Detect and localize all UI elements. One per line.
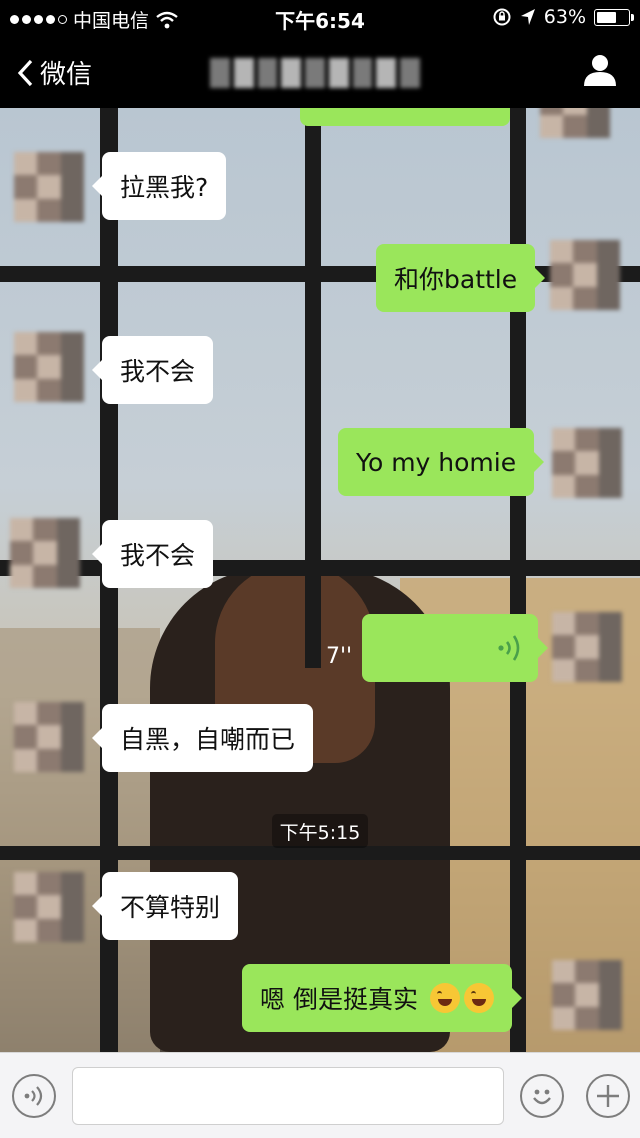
plus-icon: [597, 1085, 619, 1107]
voice-input-button[interactable]: [12, 1074, 56, 1118]
window-frame: [305, 108, 321, 668]
message-bubble-incoming[interactable]: 拉黑我?: [91, 152, 227, 220]
battery-percent: 63%: [543, 6, 586, 28]
profile-icon[interactable]: [582, 52, 618, 88]
chat-area[interactable]: 拉黑我? 和你battle 我不会 Yo my homie 我不会 7'' 自黑…: [0, 108, 640, 1052]
voice-wave-icon: [498, 635, 520, 661]
face-with-tears-of-joy-icon: [429, 983, 460, 1013]
input-bar: [0, 1052, 640, 1138]
voice-duration: 7'': [326, 644, 353, 669]
location-arrow-icon: [520, 9, 535, 25]
back-button[interactable]: 微信: [16, 54, 92, 91]
contact-avatar[interactable]: [14, 152, 84, 222]
more-options-button[interactable]: [586, 1074, 630, 1118]
message-timestamp: 下午5:15: [272, 814, 368, 848]
rotation-lock-icon: [493, 8, 511, 26]
battery-icon: [594, 8, 634, 26]
message-input[interactable]: [72, 1067, 504, 1125]
contact-avatar[interactable]: [14, 332, 84, 402]
voice-message-bubble[interactable]: [362, 614, 548, 682]
message-bubble-outgoing[interactable]: Yo my homie: [338, 428, 545, 496]
contact-avatar[interactable]: [10, 518, 80, 588]
status-bar: 中国电信 下午6:54 63%: [0, 0, 640, 36]
chat-title-redacted: [210, 58, 421, 88]
message-bubble-incoming[interactable]: 我不会: [91, 520, 214, 588]
my-avatar[interactable]: [552, 960, 622, 1030]
my-avatar[interactable]: [552, 612, 622, 682]
message-bubble-outgoing[interactable]: 嗯 倒是挺真实: [242, 964, 522, 1032]
chevron-left-icon: [17, 59, 33, 86]
message-bubble-incoming[interactable]: 自黑，自嘲而已: [91, 704, 314, 772]
my-avatar[interactable]: [540, 108, 610, 138]
background-building: [0, 628, 160, 1052]
contact-avatar[interactable]: [14, 872, 84, 942]
message-bubble-incoming[interactable]: 不算特别: [91, 872, 239, 940]
my-avatar[interactable]: [550, 240, 620, 310]
voice-icon: [24, 1086, 43, 1106]
message-bubble-partial[interactable]: [300, 108, 510, 126]
face-with-tears-of-joy-icon: [463, 983, 494, 1013]
contact-avatar[interactable]: [14, 702, 84, 772]
message-bubble-incoming[interactable]: 我不会: [91, 336, 214, 404]
message-bubble-outgoing[interactable]: 和你battle: [376, 244, 546, 312]
back-label: 微信: [40, 60, 93, 90]
nav-bar: 微信: [0, 36, 640, 108]
my-avatar[interactable]: [552, 428, 622, 498]
smiley-icon: [533, 1089, 551, 1105]
window-frame: [0, 846, 640, 860]
message-text: 嗯 倒是挺真实: [260, 985, 418, 1014]
emoji-button[interactable]: [520, 1074, 564, 1118]
